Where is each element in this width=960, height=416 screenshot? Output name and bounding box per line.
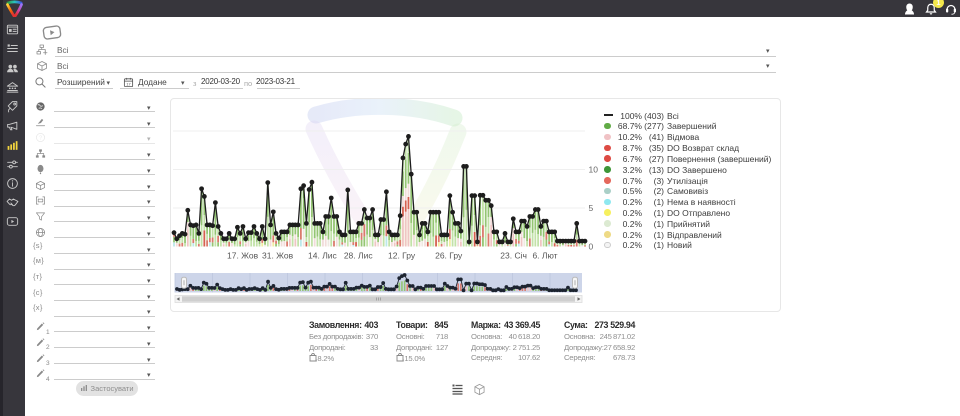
- svg-text:12. Гру: 12. Гру: [388, 251, 416, 261]
- svg-text:5: 5: [589, 203, 594, 213]
- svg-text:0: 0: [589, 241, 594, 251]
- svg-text:x: x: [403, 359, 405, 363]
- svg-text:26. Гру: 26. Гру: [435, 251, 463, 261]
- svg-text:x: x: [316, 359, 318, 363]
- svg-text:17. Жов: 17. Жов: [227, 251, 259, 261]
- svg-text:10: 10: [589, 164, 599, 174]
- svg-text:28. Лис: 28. Лис: [344, 251, 374, 261]
- svg-text:31. Жов: 31. Жов: [262, 251, 294, 261]
- svg-text:6. Лют: 6. Лют: [532, 251, 557, 261]
- svg-text:14. Лис: 14. Лис: [308, 251, 338, 261]
- svg-text:?: ?: [39, 136, 42, 142]
- svg-text:23. Січ: 23. Січ: [500, 251, 527, 261]
